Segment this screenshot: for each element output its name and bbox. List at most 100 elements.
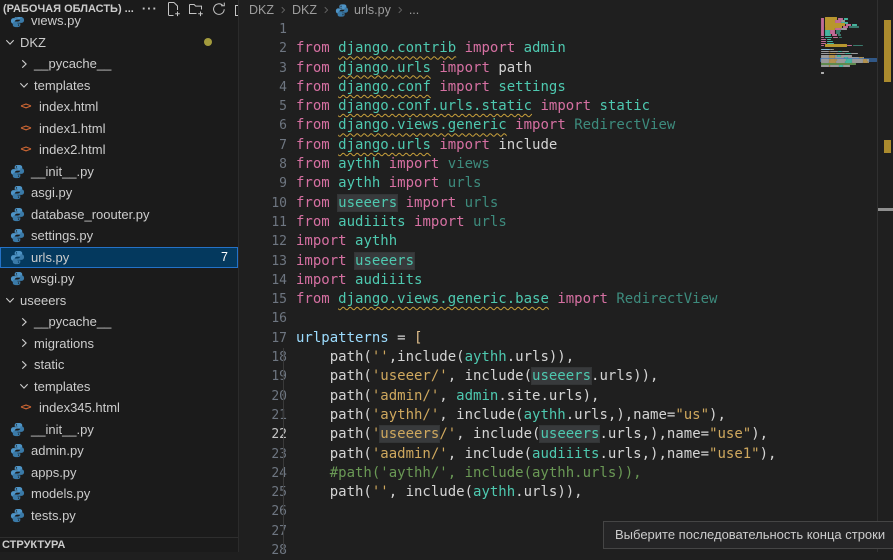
code-line[interactable]: 18 path('',include(aythh.urls)), bbox=[240, 348, 820, 367]
tree-folder--pycache-[interactable]: __pycache__ bbox=[0, 53, 238, 75]
tree-file-apps-py[interactable]: apps.py bbox=[0, 462, 238, 484]
line-number[interactable]: 2 bbox=[240, 39, 287, 58]
line-number[interactable]: 24 bbox=[240, 464, 287, 483]
new-file-icon[interactable] bbox=[165, 1, 181, 17]
breadcrumb-project[interactable]: DKZ bbox=[249, 3, 274, 17]
breadcrumb-folder[interactable]: DKZ bbox=[292, 3, 317, 17]
code-line[interactable]: 19 path('useeer/', include(useeers.urls)… bbox=[240, 367, 820, 386]
breadcrumb-file[interactable]: urls.py bbox=[354, 3, 391, 17]
code-line[interactable]: 9from aythh import urls bbox=[240, 174, 820, 193]
breadcrumb-symbol[interactable]: ... bbox=[409, 3, 419, 17]
code-line[interactable]: 21 path('aythh/', include(aythh.urls,),n… bbox=[240, 406, 820, 425]
tree-folder-templates[interactable]: templates bbox=[0, 75, 238, 97]
line-number[interactable]: 15 bbox=[240, 290, 287, 309]
line-number[interactable]: 22 bbox=[240, 425, 287, 444]
tree-folder-DKZ[interactable]: DKZ bbox=[0, 32, 238, 54]
tree-folder--pycache-[interactable]: __pycache__ bbox=[0, 311, 238, 333]
chevron-down-icon[interactable] bbox=[16, 378, 32, 394]
line-number[interactable]: 12 bbox=[240, 232, 287, 251]
code-line[interactable]: 25 path('', include(aythh.urls)), bbox=[240, 483, 820, 502]
line-number[interactable]: 17 bbox=[240, 329, 287, 348]
code-line[interactable]: 14import audiiits bbox=[240, 271, 820, 290]
tree-file-database-roouter-py[interactable]: database_roouter.py bbox=[0, 204, 238, 226]
explorer-section-header[interactable]: (РАБОЧАЯ ОБЛАСТЬ) ... ··· bbox=[0, 0, 238, 17]
code-line[interactable]: 12import aythh bbox=[240, 232, 820, 251]
line-number[interactable]: 1 bbox=[240, 20, 287, 39]
code-line[interactable]: 20 path('admin/', admin.site.urls), bbox=[240, 387, 820, 406]
chevron-right-icon[interactable] bbox=[16, 56, 32, 72]
line-number[interactable]: 21 bbox=[240, 406, 287, 425]
chevron-down-icon[interactable] bbox=[2, 292, 18, 308]
tree-file-admin-py[interactable]: admin.py bbox=[0, 440, 238, 462]
line-number[interactable]: 19 bbox=[240, 367, 287, 386]
tree-file-index-html[interactable]: <>index.html bbox=[0, 96, 238, 118]
code-line[interactable]: 16 bbox=[240, 309, 820, 328]
collapse-all-icon[interactable] bbox=[234, 1, 239, 17]
code-line[interactable]: 8from aythh import views bbox=[240, 155, 820, 174]
python-file-icon bbox=[10, 164, 25, 179]
code-line[interactable]: 4from django.conf import settings bbox=[240, 78, 820, 97]
line-number[interactable]: 25 bbox=[240, 483, 287, 502]
code-line[interactable]: 5from django.conf.urls.static import sta… bbox=[240, 97, 820, 116]
chevron-down-icon[interactable] bbox=[16, 77, 32, 93]
code-line[interactable]: 6from django.views.generic import Redire… bbox=[240, 116, 820, 135]
line-number[interactable]: 20 bbox=[240, 387, 287, 406]
code-line[interactable]: 17urlpatterns = [ bbox=[240, 329, 820, 348]
line-number[interactable]: 26 bbox=[240, 502, 287, 521]
code-line[interactable]: 24 #path('aythh/', include(aythh.urls)), bbox=[240, 464, 820, 483]
tree-folder-static[interactable]: static bbox=[0, 354, 238, 376]
overview-ruler[interactable] bbox=[877, 0, 893, 552]
tree-file-asgi-py[interactable]: asgi.py bbox=[0, 182, 238, 204]
line-number[interactable]: 16 bbox=[240, 309, 287, 328]
chevron-right-icon[interactable] bbox=[16, 357, 32, 373]
code-line[interactable]: 10from useeers import urls bbox=[240, 194, 820, 213]
line-number[interactable]: 27 bbox=[240, 522, 287, 541]
line-number[interactable]: 6 bbox=[240, 116, 287, 135]
code-editor[interactable]: 12from django.contrib import admin3from … bbox=[240, 20, 820, 560]
line-number[interactable]: 10 bbox=[240, 194, 287, 213]
tree-file--init-py[interactable]: __init__.py bbox=[0, 161, 238, 183]
tree-file-tests-py[interactable]: tests.py bbox=[0, 505, 238, 527]
chevron-right-icon[interactable] bbox=[16, 314, 32, 330]
tree-file-urls-py[interactable]: urls.py7 bbox=[0, 247, 238, 269]
line-number[interactable]: 7 bbox=[240, 136, 287, 155]
more-actions-icon[interactable]: ··· bbox=[142, 1, 158, 17]
minimap[interactable] bbox=[820, 0, 877, 552]
line-number[interactable]: 13 bbox=[240, 252, 287, 271]
tree-file-index2-html[interactable]: <>index2.html bbox=[0, 139, 238, 161]
tree-file-wsgi-py[interactable]: wsgi.py bbox=[0, 268, 238, 290]
code-line[interactable]: 26 bbox=[240, 502, 820, 521]
line-number[interactable]: 3 bbox=[240, 59, 287, 78]
line-number[interactable]: 9 bbox=[240, 174, 287, 193]
line-number[interactable]: 23 bbox=[240, 445, 287, 464]
tree-file-index345-html[interactable]: <>index345.html bbox=[0, 397, 238, 419]
tree-folder-templates[interactable]: templates bbox=[0, 376, 238, 398]
line-number[interactable]: 11 bbox=[240, 213, 287, 232]
code-line[interactable]: 23 path('aadmin/', include(audiiits.urls… bbox=[240, 445, 820, 464]
code-line[interactable]: 7from django.urls import include bbox=[240, 136, 820, 155]
code-line[interactable]: 3from django.urls import path bbox=[240, 59, 820, 78]
refresh-icon[interactable] bbox=[211, 1, 227, 17]
code-line[interactable]: 15from django.views.generic.base import … bbox=[240, 290, 820, 309]
chevron-right-icon[interactable] bbox=[16, 335, 32, 351]
tree-folder-useeers[interactable]: useeers bbox=[0, 290, 238, 312]
code-line[interactable]: 22 path('useeers/', include(useeers.urls… bbox=[240, 425, 820, 444]
line-number[interactable]: 5 bbox=[240, 97, 287, 116]
line-number[interactable]: 14 bbox=[240, 271, 287, 290]
tree-file-models-py[interactable]: models.py bbox=[0, 483, 238, 505]
tree-folder-migrations[interactable]: migrations bbox=[0, 333, 238, 355]
line-number[interactable]: 18 bbox=[240, 348, 287, 367]
tree-file-settings-py[interactable]: settings.py bbox=[0, 225, 238, 247]
line-number[interactable]: 4 bbox=[240, 78, 287, 97]
new-folder-icon[interactable] bbox=[188, 1, 204, 17]
line-number[interactable]: 8 bbox=[240, 155, 287, 174]
tree-file--init-py[interactable]: __init__.py bbox=[0, 419, 238, 441]
line-number[interactable]: 28 bbox=[240, 541, 287, 560]
tree-file-index1-html[interactable]: <>index1.html bbox=[0, 118, 238, 140]
code-line[interactable]: 1 bbox=[240, 20, 820, 39]
outline-section-header[interactable]: СТРУКТУРА bbox=[0, 537, 238, 552]
code-line[interactable]: 13import useeers bbox=[240, 252, 820, 271]
code-line[interactable]: 2from django.contrib import admin bbox=[240, 39, 820, 58]
chevron-down-icon[interactable] bbox=[2, 34, 18, 50]
code-line[interactable]: 11from audiiits import urls bbox=[240, 213, 820, 232]
